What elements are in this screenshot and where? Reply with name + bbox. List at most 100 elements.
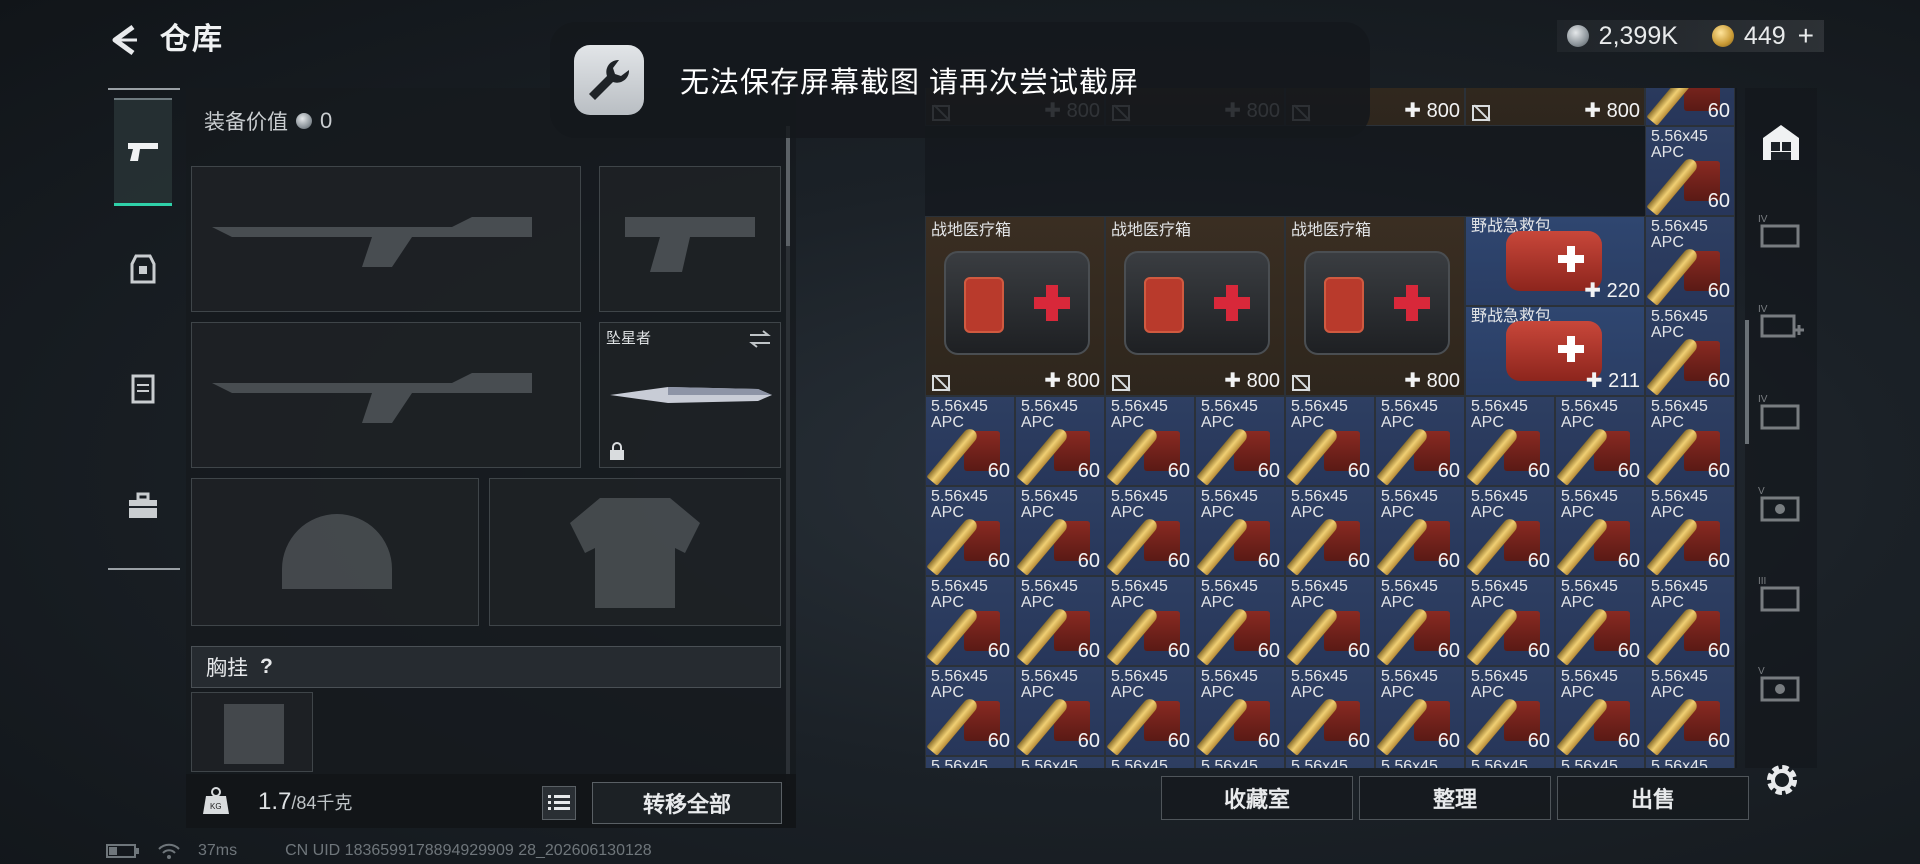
vault-button[interactable]: 收藏室 xyxy=(1161,776,1353,820)
ammo-item-cell[interactable]: 5.56x45APC60 xyxy=(1015,396,1105,486)
ammo-item-cell[interactable]: 5.56x45APC60 xyxy=(1555,576,1645,666)
item-quantity: 60 xyxy=(1617,640,1640,662)
first-aid-pouch-cell[interactable]: 野战急救包 ✚ 220 xyxy=(1465,216,1645,306)
ammo-item-cell[interactable]: 5.56x45APC60 xyxy=(1645,126,1735,216)
ammo-item-cell[interactable]: 5.56x45APC60 xyxy=(1285,576,1375,666)
item-quantity: 60 xyxy=(1347,730,1370,752)
helmet-slot[interactable] xyxy=(191,478,479,626)
equipment-scrollbar[interactable] xyxy=(786,126,790,786)
ammo-item-cell[interactable]: 5.56x45APC60 xyxy=(1645,88,1735,126)
ammo-item-cell[interactable]: 5.56x45APC60 xyxy=(1645,306,1735,396)
pistol-icon xyxy=(128,142,158,161)
nav-backpack[interactable] xyxy=(114,452,172,560)
ammo-item-cell[interactable]: 5.56x45APC60 xyxy=(1285,396,1375,486)
ammo-item-cell[interactable]: 5.56x45APC60 xyxy=(1375,756,1465,768)
storage-tab-iv-2[interactable]: IV xyxy=(1755,296,1807,348)
ammo-item-cell[interactable]: 5.56x45APC60 xyxy=(1465,756,1555,768)
heal-value: 211 xyxy=(1608,370,1640,392)
ammo-item-cell[interactable]: 5.56x45APC60 xyxy=(1555,486,1645,576)
secondary-weapon-slot[interactable] xyxy=(599,166,781,312)
storage-expansion-icon: V xyxy=(1758,486,1800,522)
item-name: 5.56x45 xyxy=(1111,758,1168,769)
ammo-item-cell[interactable]: 5.56x45APC60 xyxy=(925,666,1015,756)
ammo-item-cell[interactable]: 5.56x45APC60 xyxy=(1645,756,1735,768)
ammo-item-cell[interactable]: 5.56x45APC60 xyxy=(1555,756,1645,768)
ammo-item-cell[interactable]: 5.56x45APC60 xyxy=(1195,666,1285,756)
ammo-item-cell[interactable]: 5.56x45APC60 xyxy=(1465,396,1555,486)
ammo-item-cell[interactable]: 5.56x45APC60 xyxy=(1105,396,1195,486)
ammo-item-cell[interactable]: 5.56x45APC60 xyxy=(1195,576,1285,666)
sort-button[interactable]: 整理 xyxy=(1359,776,1551,820)
item-name: 5.56x45 xyxy=(1291,398,1348,415)
sell-button[interactable]: 出售 xyxy=(1557,776,1749,820)
item-name: 5.56x45 xyxy=(1291,758,1348,769)
medkit-item-cell[interactable]: 战地医疗箱 ✚ 800 xyxy=(925,216,1105,396)
storage-tab-v-2[interactable]: V xyxy=(1755,658,1807,710)
ammo-item-cell[interactable]: 5.56x45APC60 xyxy=(925,396,1015,486)
nav-weapons[interactable] xyxy=(114,98,172,206)
storage-expansion-add-icon: IV xyxy=(1758,304,1804,338)
storage-tab-iv-3[interactable]: IV xyxy=(1755,386,1807,438)
storage-tab-main[interactable] xyxy=(1755,116,1807,168)
chest-rig-slot[interactable] xyxy=(191,692,313,772)
item-quantity: 60 xyxy=(1707,730,1730,752)
ammo-item-cell[interactable]: 5.56x45APC60 xyxy=(925,756,1015,768)
ammo-item-cell[interactable]: 5.56x45APC60 xyxy=(1015,486,1105,576)
ammo-item-cell[interactable]: 5.56x45APC60 xyxy=(1375,576,1465,666)
ammo-item-cell[interactable]: 5.56x45APC60 xyxy=(1645,396,1735,486)
ammo-item-cell[interactable]: 5.56x45APC60 xyxy=(1375,486,1465,576)
ammo-item-cell[interactable]: 5.56x45APC60 xyxy=(1555,666,1645,756)
list-view-button[interactable] xyxy=(542,786,576,820)
body-armor-slot[interactable] xyxy=(489,478,781,626)
ammo-item-cell[interactable]: 5.56x45APC60 xyxy=(1195,396,1285,486)
first-aid-pouch-cell[interactable]: 野战急救包 ✚ 211 xyxy=(1465,306,1645,396)
ammo-item-cell[interactable]: 5.56x45APC60 xyxy=(1555,396,1645,486)
item-quantity: 60 xyxy=(1077,460,1100,482)
melee-weapon-slot[interactable]: 坠星者 xyxy=(599,322,781,468)
ammo-item-cell[interactable]: 5.56x45APC60 xyxy=(1645,486,1735,576)
storage-tab-v-1[interactable]: V xyxy=(1755,478,1807,530)
ammo-item-cell[interactable]: 5.56x45APC60 xyxy=(1285,666,1375,756)
not-sellable-icon xyxy=(1292,375,1310,391)
ammo-item-cell[interactable]: 5.56x45APC60 xyxy=(1645,666,1735,756)
ammo-item-cell[interactable]: 5.56x45APC60 xyxy=(1465,486,1555,576)
item-name-suffix: APC xyxy=(1651,684,1684,701)
ammo-item-cell[interactable]: 5.56x45APC60 xyxy=(1285,486,1375,576)
primary-weapon-slot[interactable] xyxy=(191,166,581,312)
settings-gear-icon[interactable] xyxy=(1762,760,1802,800)
ammo-item-cell[interactable]: 5.56x45APC60 xyxy=(1645,576,1735,666)
item-name: 5.56x45 xyxy=(1111,668,1168,685)
back-button[interactable] xyxy=(104,20,144,60)
nav-armor[interactable] xyxy=(114,216,172,324)
storage-tab-iii[interactable]: III xyxy=(1755,568,1807,620)
ammo-item-cell[interactable]: 5.56x45APC60 xyxy=(1105,486,1195,576)
second-primary-weapon-slot[interactable] xyxy=(191,322,581,468)
ammo-item-cell[interactable]: 5.56x45APC60 xyxy=(1285,756,1375,768)
transfer-all-button[interactable]: 转移全部 xyxy=(592,782,782,824)
ammo-item-cell[interactable]: 5.56x45APC60 xyxy=(1375,396,1465,486)
ammo-item-cell[interactable]: 5.56x45APC60 xyxy=(925,576,1015,666)
medkit-item-cell[interactable]: 战地医疗箱 ✚ 800 xyxy=(1105,216,1285,396)
storage-scrollbar[interactable] xyxy=(1745,320,1749,444)
ammo-item-cell[interactable]: 5.56x45APC60 xyxy=(1195,756,1285,768)
ammo-item-cell[interactable]: 5.56x45APC60 xyxy=(1465,576,1555,666)
ammo-item-cell[interactable]: 5.56x45APC60 xyxy=(1015,666,1105,756)
ammo-item-cell[interactable]: 5.56x45APC60 xyxy=(1105,756,1195,768)
ammo-item-cell[interactable]: 5.56x45APC60 xyxy=(1015,576,1105,666)
nav-rig[interactable] xyxy=(114,334,172,442)
chest-rig-help-button[interactable]: ? xyxy=(260,655,273,679)
ammo-item-cell[interactable]: 5.56x45APC60 xyxy=(1375,666,1465,756)
add-gold-button[interactable]: + xyxy=(1798,20,1814,52)
ammo-item-cell[interactable]: 5.56x45APC60 xyxy=(1645,216,1735,306)
ammo-item-cell[interactable]: 5.56x45APC60 xyxy=(925,486,1015,576)
swap-icon[interactable] xyxy=(748,329,772,349)
storage-tab-iv-1[interactable]: IV xyxy=(1755,206,1807,258)
medkit-item-cell[interactable]: ✚ 800 xyxy=(1465,88,1645,126)
ammo-item-cell[interactable]: 5.56x45APC60 xyxy=(1195,486,1285,576)
ammo-item-cell[interactable]: 5.56x45APC60 xyxy=(1105,576,1195,666)
ammo-item-cell[interactable]: 5.56x45APC60 xyxy=(1015,756,1105,768)
ammo-item-cell[interactable]: 5.56x45APC60 xyxy=(1105,666,1195,756)
medkit-item-cell[interactable]: 战地医疗箱 ✚ 800 xyxy=(1285,216,1465,396)
ammo-item-cell[interactable]: 5.56x45APC60 xyxy=(1465,666,1555,756)
item-name: 战地医疗箱 xyxy=(1111,222,1192,239)
